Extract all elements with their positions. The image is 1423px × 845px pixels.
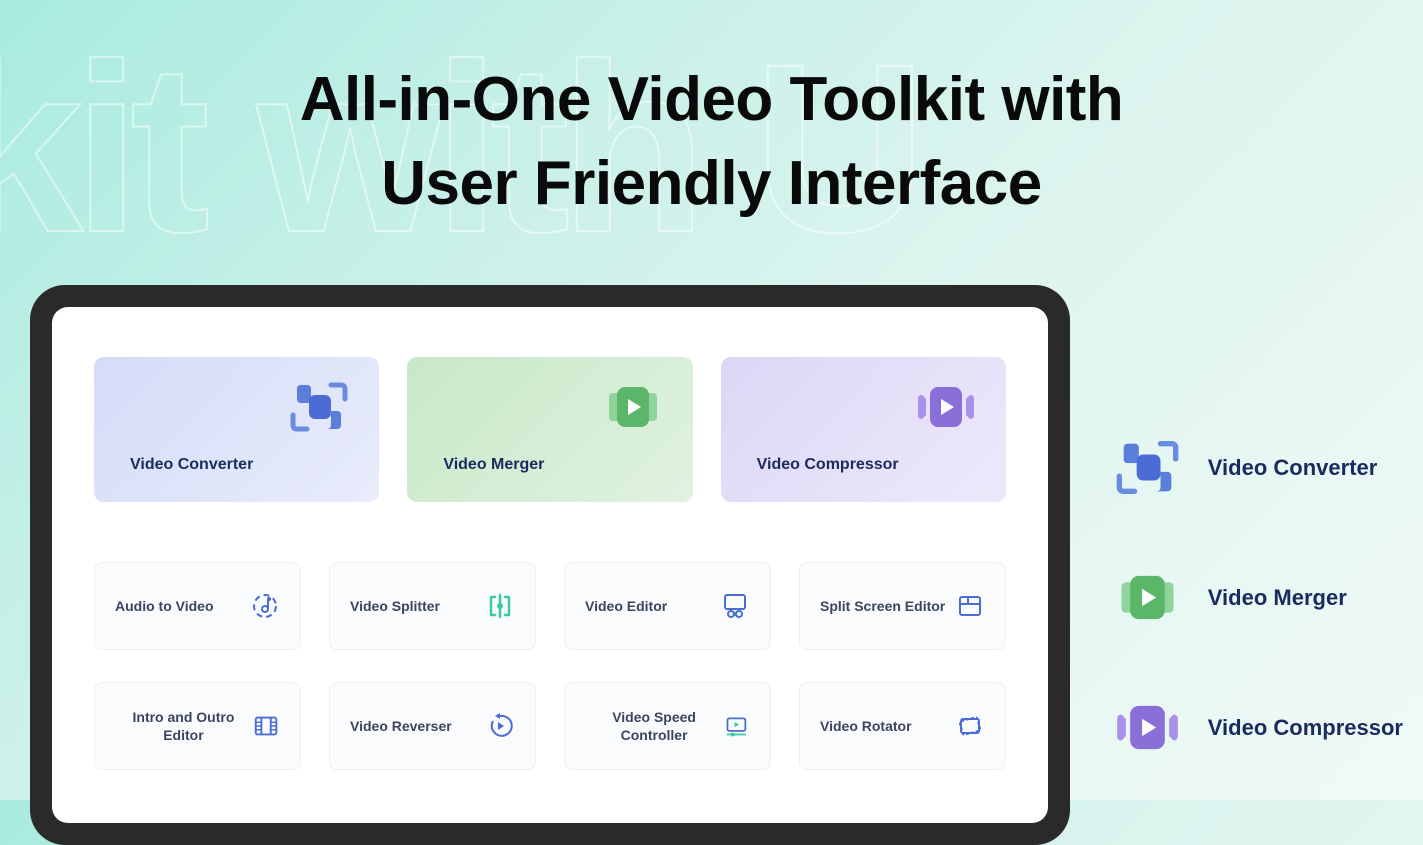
card-label: Video Converter (130, 456, 253, 474)
card-video-editor[interactable]: Video Editor (564, 562, 771, 650)
split-screen-icon (955, 591, 985, 621)
card-label: Audio to Video (115, 597, 214, 615)
card-split-screen-editor[interactable]: Split Screen Editor (799, 562, 1006, 650)
card-label: Video Speed Controller (585, 708, 723, 744)
side-item-merger: Video Merger (1115, 565, 1403, 630)
speed-icon (723, 711, 750, 741)
card-audio-to-video[interactable]: Audio to Video (94, 562, 301, 650)
converter-icon (289, 377, 349, 437)
rotator-icon (955, 711, 985, 741)
card-video-rotator[interactable]: Video Rotator (799, 682, 1006, 770)
card-video-reverser[interactable]: Video Reverser (329, 682, 536, 770)
card-label: Video Rotator (820, 717, 912, 735)
editor-icon (720, 591, 750, 621)
card-video-splitter[interactable]: Video Splitter (329, 562, 536, 650)
card-intro-outro-editor[interactable]: Intro and Outro Editor (94, 682, 301, 770)
card-label: Video Reverser (350, 717, 452, 735)
merger-icon (1115, 565, 1180, 630)
card-video-merger[interactable]: Video Merger (407, 357, 692, 502)
merger-icon (603, 377, 663, 437)
card-label: Split Screen Editor (820, 597, 945, 615)
side-label: Video Merger (1208, 585, 1347, 611)
card-label: Video Compressor (757, 456, 899, 474)
card-label: Video Merger (443, 456, 544, 474)
side-label: Video Compressor (1208, 715, 1403, 741)
reverser-icon (485, 711, 515, 741)
card-video-converter[interactable]: Video Converter (94, 357, 379, 502)
app-screen: Video Converter Video Merger Video Compr… (52, 307, 1048, 823)
card-video-compressor[interactable]: Video Compressor (721, 357, 1006, 502)
card-label: Video Editor (585, 597, 667, 615)
side-item-converter: Video Converter (1115, 435, 1403, 500)
main-cards-row: Video Converter Video Merger Video Compr… (94, 357, 1006, 502)
side-label: Video Converter (1208, 455, 1378, 481)
card-label: Intro and Outro Editor (115, 708, 252, 744)
side-feature-list: Video Converter Video Merger Video Compr… (1115, 435, 1403, 760)
tablet-frame: Video Converter Video Merger Video Compr… (30, 285, 1070, 845)
intro-outro-icon (252, 711, 280, 741)
audio-to-video-icon (250, 591, 280, 621)
converter-icon (1115, 435, 1180, 500)
small-cards-grid: Audio to Video Video Splitter Video Edit… (94, 562, 1006, 770)
card-video-speed-controller[interactable]: Video Speed Controller (564, 682, 771, 770)
page-title: All-in-One Video Toolkit with User Frien… (0, 0, 1423, 225)
compressor-icon (1115, 695, 1180, 760)
compressor-icon (916, 377, 976, 437)
side-item-compressor: Video Compressor (1115, 695, 1403, 760)
card-label: Video Splitter (350, 597, 440, 615)
splitter-icon (485, 591, 515, 621)
